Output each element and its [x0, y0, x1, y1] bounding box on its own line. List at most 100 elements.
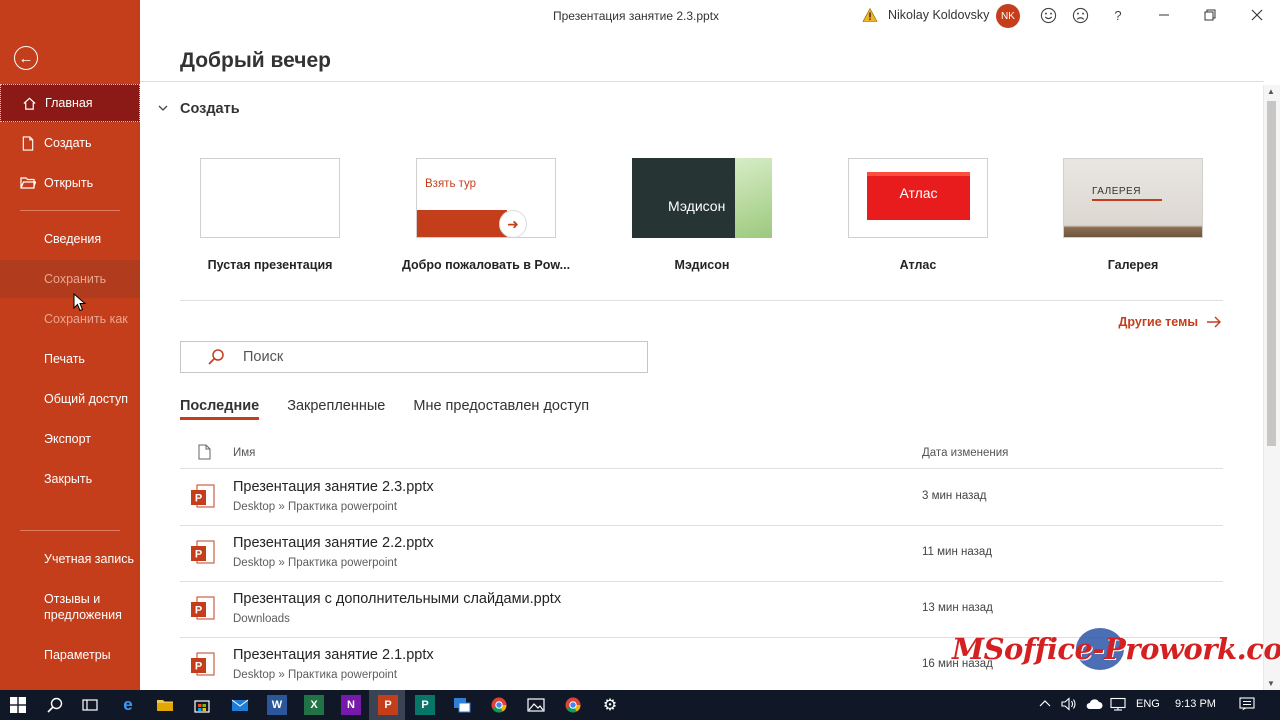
- thumbnail-underline: [1092, 199, 1162, 201]
- language-indicator[interactable]: ENG: [1136, 698, 1160, 710]
- sidebar-item-share[interactable]: Общий доступ: [0, 380, 140, 418]
- word-icon[interactable]: W: [267, 695, 287, 715]
- home-icon: [21, 96, 37, 111]
- sidebar-item-label: Сведения: [44, 232, 102, 246]
- chevron-up-icon[interactable]: [1039, 698, 1051, 710]
- thumbnail-accent: [735, 158, 772, 238]
- table-row[interactable]: P Презентация занятие 2.2.pptx Desktop »…: [180, 525, 1223, 582]
- page-title: Добрый вечер: [180, 49, 332, 72]
- sidebar-item-new[interactable]: Создать: [0, 124, 140, 162]
- svg-text:P: P: [195, 661, 202, 673]
- arrow-right-icon: ➜: [499, 210, 527, 237]
- chrome-icon[interactable]: [489, 695, 509, 715]
- close-icon[interactable]: [1246, 4, 1268, 26]
- template-caption: Добро пожаловать в Pow...: [401, 258, 571, 272]
- svg-text:P: P: [195, 549, 202, 561]
- clock[interactable]: 9:13 PM: [1175, 698, 1216, 710]
- avatar[interactable]: NK: [996, 4, 1020, 28]
- template-thumbnail: ГАЛЕРЕЯ: [1063, 158, 1203, 238]
- template-gallery[interactable]: ГАЛЕРЕЯ Галерея: [1063, 158, 1203, 272]
- app-icon[interactable]: [452, 695, 472, 715]
- restore-icon[interactable]: [1199, 4, 1221, 26]
- mail-icon[interactable]: [230, 695, 250, 715]
- search-box[interactable]: [180, 341, 648, 373]
- more-themes-link[interactable]: Другие темы: [1119, 315, 1222, 329]
- title-bar: Презентация занятие 2.3.pptx Nikolay Kol…: [140, 0, 1280, 32]
- chrome-icon[interactable]: [563, 695, 583, 715]
- sidebar-item-open[interactable]: Открыть: [0, 164, 140, 202]
- header-divider: [140, 81, 1264, 82]
- task-view-icon[interactable]: [80, 695, 100, 715]
- sidebar-item-label: Открыть: [44, 176, 94, 190]
- edge-icon[interactable]: e: [118, 695, 138, 715]
- template-madison[interactable]: Мэдисон Мэдисон: [632, 158, 772, 272]
- minimize-icon[interactable]: [1153, 4, 1175, 26]
- arrow-right-icon: [1207, 316, 1221, 328]
- notifications-icon[interactable]: [1239, 697, 1255, 714]
- file-tabs: Последние Закрепленные Мне предоставлен …: [180, 398, 617, 420]
- file-explorer-icon[interactable]: [155, 695, 175, 715]
- file-path: Desktop » Практика powerpoint: [233, 501, 398, 513]
- windows-start-icon[interactable]: [8, 695, 28, 715]
- publisher-icon[interactable]: P: [415, 695, 435, 715]
- scroll-down-icon[interactable]: ▼: [1267, 679, 1275, 688]
- sidebar-item-feedback[interactable]: Отзывы и предложения: [0, 586, 140, 628]
- search-icon[interactable]: [45, 695, 65, 715]
- chevron-down-icon: [158, 103, 168, 115]
- template-welcome-tour[interactable]: Взять тур ➜ Добро пожаловать в Pow...: [402, 158, 570, 272]
- template-thumbnail: Атлас: [848, 158, 988, 238]
- svg-text:P: P: [195, 605, 202, 617]
- sidebar-item-save[interactable]: Сохранить: [0, 260, 140, 298]
- sidebar-item-export[interactable]: Экспорт: [0, 420, 140, 458]
- sidebar-item-info[interactable]: Сведения: [0, 220, 140, 258]
- thumbnail-bar: [417, 210, 507, 237]
- excel-icon[interactable]: X: [304, 695, 324, 715]
- sidebar-item-save-as[interactable]: Сохранить как: [0, 300, 140, 338]
- template-caption: Галерея: [1107, 258, 1159, 272]
- scrollbar-thumb[interactable]: [1267, 101, 1276, 446]
- vertical-scrollbar[interactable]: ▲ ▼: [1263, 85, 1280, 690]
- settings-icon[interactable]: ⚙: [600, 695, 620, 715]
- sidebar-item-home[interactable]: Главная: [0, 84, 140, 122]
- onenote-icon[interactable]: N: [341, 695, 361, 715]
- warning-icon[interactable]: [862, 7, 878, 23]
- smile-icon[interactable]: [1037, 4, 1059, 26]
- file-date: 11 мин назад: [922, 546, 993, 558]
- template-atlas[interactable]: Атлас Атлас: [848, 158, 988, 272]
- back-arrow-icon[interactable]: ←: [14, 46, 38, 70]
- template-blank[interactable]: Пустая презентация: [200, 158, 340, 272]
- photos-icon[interactable]: [526, 695, 546, 715]
- cloud-icon[interactable]: [1085, 698, 1103, 713]
- network-icon[interactable]: [1110, 697, 1126, 714]
- powerpoint-icon[interactable]: P: [378, 695, 398, 715]
- file-type-icon: [198, 444, 211, 463]
- search-input[interactable]: [241, 348, 625, 366]
- powerpoint-file-icon: P: [190, 483, 216, 516]
- backstage-sidebar: ← Главная Создать Открыть Сведения Сохра…: [0, 0, 140, 690]
- volume-icon[interactable]: [1061, 697, 1077, 714]
- table-row[interactable]: P Презентация занятие 2.3.pptx Desktop »…: [180, 469, 1223, 526]
- column-header-date[interactable]: Дата изменения: [922, 447, 1008, 459]
- sidebar-item-account[interactable]: Учетная запись: [0, 540, 140, 578]
- tab-recent[interactable]: Последние: [180, 398, 260, 420]
- sidebar-item-options[interactable]: Параметры: [0, 636, 140, 674]
- user-name[interactable]: Nikolay Koldovsky: [888, 8, 989, 22]
- scroll-up-icon[interactable]: ▲: [1267, 87, 1275, 96]
- frown-icon[interactable]: [1069, 4, 1091, 26]
- file-path: Desktop » Практика powerpoint: [233, 557, 398, 569]
- column-header-name[interactable]: Имя: [233, 447, 255, 459]
- store-icon[interactable]: [192, 695, 212, 715]
- section-divider: [180, 300, 1223, 301]
- tab-pinned[interactable]: Закрепленные: [287, 398, 385, 420]
- file-name: Презентация занятие 2.2.pptx: [233, 535, 434, 551]
- watermark-text: MSoffice-Prowork.com: [952, 632, 1280, 666]
- backstage-main: Добрый вечер Создать Пустая презентация …: [140, 32, 1264, 690]
- thumbnail-text: Взять тур: [425, 178, 477, 190]
- sidebar-item-close[interactable]: Закрыть: [0, 460, 140, 498]
- help-icon[interactable]: ?: [1107, 4, 1129, 26]
- sidebar-item-label: Создать: [44, 136, 92, 150]
- sidebar-item-label: Параметры: [44, 648, 111, 662]
- sidebar-item-print[interactable]: Печать: [0, 340, 140, 378]
- tab-shared-with-me[interactable]: Мне предоставлен доступ: [413, 398, 589, 420]
- create-section-toggle[interactable]: Создать: [158, 101, 240, 117]
